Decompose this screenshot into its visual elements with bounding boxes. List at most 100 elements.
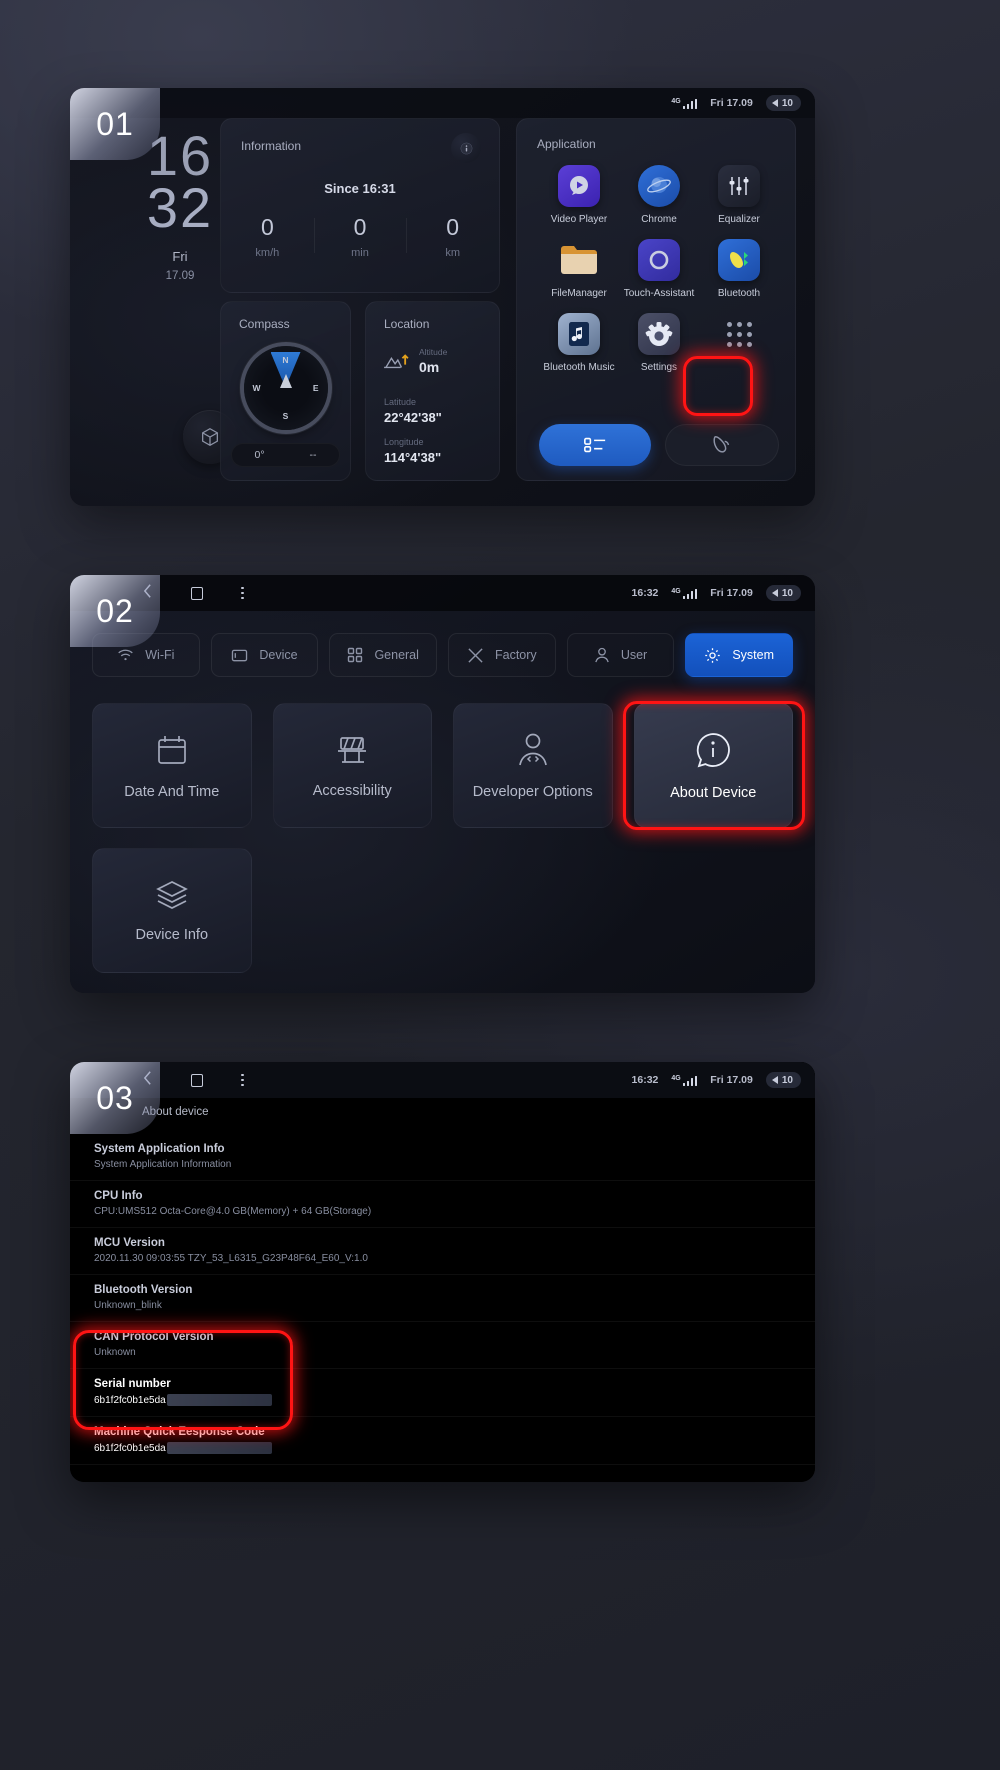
home-button[interactable] [191, 1073, 203, 1087]
table-row[interactable]: CPU Info CPU:UMS512 Octa-Core@4.0 GB(Mem… [70, 1181, 815, 1228]
volume-level: 10 [781, 587, 793, 599]
row-subtitle: Unknown_blink [94, 1300, 162, 1311]
tab-factory[interactable]: Factory [448, 633, 556, 677]
stat-duration-unit: min [351, 247, 369, 259]
sliders-icon [729, 177, 749, 195]
system-tiles-row2: Device Info [92, 848, 793, 973]
app-drawer[interactable] [699, 313, 779, 373]
longitude-group: Longitude 114°4'38" [384, 437, 441, 465]
information-since: Since 16:31 [324, 181, 396, 196]
longitude-label: Longitude [384, 437, 424, 447]
compass-dial[interactable]: N S W E [243, 346, 328, 430]
stat-speed-unit: km/h [255, 247, 280, 259]
app-label: Bluetooth Music [543, 362, 615, 373]
table-row[interactable]: System Application Info System Applicati… [70, 1134, 815, 1181]
music-note-icon [569, 322, 589, 346]
volume-indicator[interactable]: 10 [765, 95, 801, 111]
table-row[interactable]: Bluetooth Version Unknown_blink [70, 1275, 815, 1322]
stat-distance-value: 0 [446, 214, 460, 240]
tab-general[interactable]: General [329, 633, 438, 677]
row-subtitle: Unknown [94, 1347, 136, 1358]
phone-bt-icon [730, 252, 748, 268]
network-indicator: 4G [671, 98, 698, 109]
tab-label: Factory [495, 648, 537, 662]
app-chrome[interactable]: Chrome [619, 165, 699, 225]
status-datetime: Fri 17.09 [710, 587, 753, 599]
tile-label: Device Info [135, 926, 209, 943]
accessibility-icon [338, 736, 367, 763]
tab-device[interactable]: Device [210, 633, 319, 677]
grid-icon [348, 647, 363, 663]
row-title: System Application Info [94, 1143, 225, 1155]
tile-about-device[interactable]: About Device [633, 703, 793, 828]
table-row-qr-code[interactable]: Machine Quick Eesponse Code 6b1f2fc0b1e5… [70, 1417, 815, 1465]
app-touch-assistant[interactable]: Touch-Assistant [619, 239, 699, 299]
folder-icon [558, 239, 600, 281]
stat-duration-value: 0 [353, 214, 367, 240]
information-button[interactable] [451, 133, 481, 163]
app-bluetooth[interactable]: Bluetooth [699, 239, 779, 299]
video-player-icon [558, 165, 600, 207]
table-row[interactable]: CAN Protocol Version Unknown [70, 1322, 815, 1369]
app-equalizer[interactable]: Equalizer [699, 165, 779, 225]
row-subtitle: 2020.11.30 09:03:55 TZY_53_L6315_G23P48F… [94, 1253, 368, 1264]
panel-home-screen: 4G Fri 17.09 10 16 32 Fri 17.09 Informat… [70, 88, 815, 506]
dock-phone-button[interactable] [665, 424, 779, 466]
app-filemanager[interactable]: FileManager [539, 239, 619, 299]
network-indicator: 4G [671, 1075, 698, 1086]
volume-indicator[interactable]: 10 [765, 1072, 801, 1088]
tab-system[interactable]: System [685, 633, 794, 677]
volume-indicator[interactable]: 10 [765, 585, 801, 601]
stat-speed: 0 km/h [221, 214, 314, 259]
dots-grid-icon [726, 321, 752, 347]
app-video-player[interactable]: Video Player [539, 165, 619, 225]
folder-glyph-icon [561, 246, 597, 274]
about-device-list: System Application Info System Applicati… [70, 1134, 815, 1465]
longitude-value: 114°4'38" [384, 450, 442, 465]
row-subtitle-group: 6b1f2fc0b1e5da [94, 1442, 791, 1454]
row-subtitle-group: 6b1f2fc0b1e5da [94, 1394, 791, 1406]
information-stats: 0 km/h 0 min 0 km [221, 214, 499, 259]
play-bubble-icon [570, 176, 588, 195]
dock-apps-button[interactable] [539, 424, 651, 466]
signal-bars-icon [682, 98, 698, 109]
status-datetime: Fri 17.09 [710, 1074, 753, 1086]
tile-accessibility[interactable]: Accessibility [272, 703, 432, 828]
tab-user[interactable]: User [566, 633, 675, 677]
app-label: FileManager [551, 288, 607, 299]
app-label: Bluetooth [717, 288, 761, 299]
latitude-value: 22°42'38" [384, 410, 442, 425]
step-badge-02: 02 [70, 575, 160, 647]
recents-button[interactable] [241, 586, 244, 600]
location-title: Location [384, 317, 430, 331]
app-bluetooth-music[interactable]: Bluetooth Music [539, 313, 619, 373]
tile-developer-options[interactable]: Developer Options [453, 703, 613, 828]
planet-icon [647, 177, 671, 193]
app-settings[interactable]: Settings [619, 313, 699, 373]
volume-level: 10 [781, 97, 793, 109]
table-row-serial-number[interactable]: Serial number 6b1f2fc0b1e5da [70, 1369, 815, 1417]
status-bar: 4G Fri 17.09 10 [70, 88, 815, 118]
table-row[interactable]: MCU Version 2020.11.30 09:03:55 TZY_53_L… [70, 1228, 815, 1275]
signal-bars-icon [682, 588, 698, 599]
tab-label: General [374, 648, 419, 662]
cube-icon [202, 428, 218, 446]
tools-icon [468, 647, 483, 663]
tile-date-and-time[interactable]: Date And Time [92, 703, 252, 828]
settings-tabs: Wi-Fi Device General Factory User System [92, 633, 794, 677]
calendar-icon [157, 735, 186, 764]
panel-settings-system: 16:32 4G Fri 17.09 10 Wi-Fi Device Gener… [70, 575, 815, 993]
navigation-bar: 16:32 4G Fri 17.09 10 [70, 1062, 815, 1098]
application-grid: Video Player Chrome Equalizer FileManage… [539, 165, 779, 373]
tile-device-info[interactable]: Device Info [92, 848, 252, 973]
tile-label: Date And Time [124, 783, 220, 800]
home-button[interactable] [191, 586, 203, 600]
panel-about-device: 16:32 4G Fri 17.09 10 About device Syste… [70, 1062, 815, 1482]
information-card: Information Since 16:31 0 km/h 0 min 0 k… [220, 118, 500, 293]
recents-button[interactable] [241, 1073, 244, 1087]
stat-speed-value: 0 [260, 214, 274, 240]
row-title: Machine Quick Eesponse Code [94, 1426, 265, 1438]
compass-title: Compass [239, 317, 290, 331]
tile-label: Accessibility [312, 782, 392, 799]
latitude-group: Latitude 22°42'38" [384, 397, 442, 425]
